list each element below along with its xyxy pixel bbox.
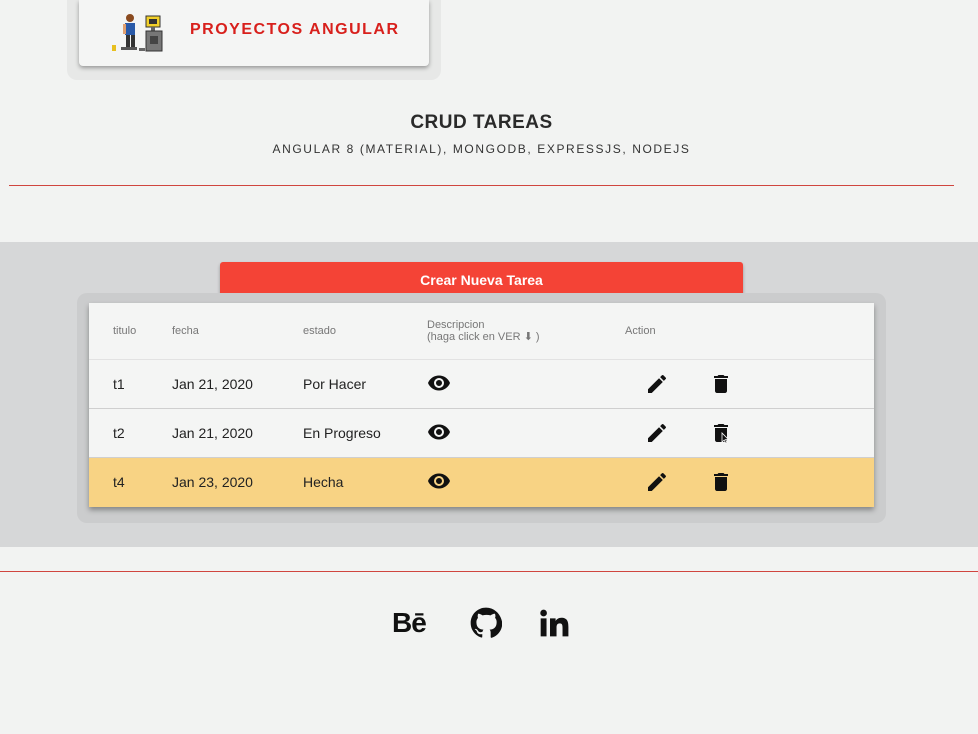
cell-titulo: t4 [113,474,125,490]
eye-icon[interactable] [427,469,451,493]
table-row: t1 Jan 21, 2020 Por Hacer [89,360,874,409]
cell-estado: Hecha [303,474,344,490]
cell-fecha: Jan 23, 2020 [172,474,253,490]
github-icon[interactable] [470,606,502,640]
column-header-titulo[interactable]: titulo [113,325,136,337]
cell-titulo: t2 [113,425,125,441]
header-divider [9,185,954,186]
footer-divider [0,571,978,572]
trash-icon[interactable] [709,421,733,445]
linkedin-icon[interactable] [538,606,570,640]
cell-fecha: Jan 21, 2020 [172,425,253,441]
trash-icon[interactable] [709,470,733,494]
column-header-descripcion-hint: (haga click en VER ⬇ ) [427,331,540,343]
behance-icon[interactable]: Bē [392,606,434,640]
pencil-icon[interactable] [645,421,669,445]
page-subtitle: ANGULAR 8 (MATERIAL), MONGODB, EXPRESSJS… [272,142,691,156]
developer-figure-icon [112,14,163,52]
cell-estado: Por Hacer [303,376,367,392]
table-header: titulo fecha estado Descripcion (haga cl… [89,303,874,360]
column-header-estado[interactable]: estado [303,325,336,337]
page-title: CRUD TAREAS [410,112,553,133]
pencil-icon[interactable] [645,372,669,396]
pencil-icon[interactable] [645,470,669,494]
trash-icon[interactable] [709,372,733,396]
eye-icon[interactable] [427,420,451,444]
eye-icon[interactable] [427,371,451,395]
tasks-table: titulo fecha estado Descripcion (haga cl… [89,303,874,507]
column-header-descripcion: Descripcion [427,319,485,331]
table-row-selected: t4 Jan 23, 2020 Hecha [89,458,874,507]
column-header-fecha[interactable]: fecha [172,325,199,337]
table-row: t2 Jan 21, 2020 En Progreso [89,409,874,458]
column-header-action: Action [625,325,656,337]
cell-estado: En Progreso [303,425,381,441]
cell-titulo: t1 [113,376,125,392]
cell-fecha: Jan 21, 2020 [172,376,253,392]
logo-title[interactable]: PROYECTOS ANGULAR [190,21,400,39]
